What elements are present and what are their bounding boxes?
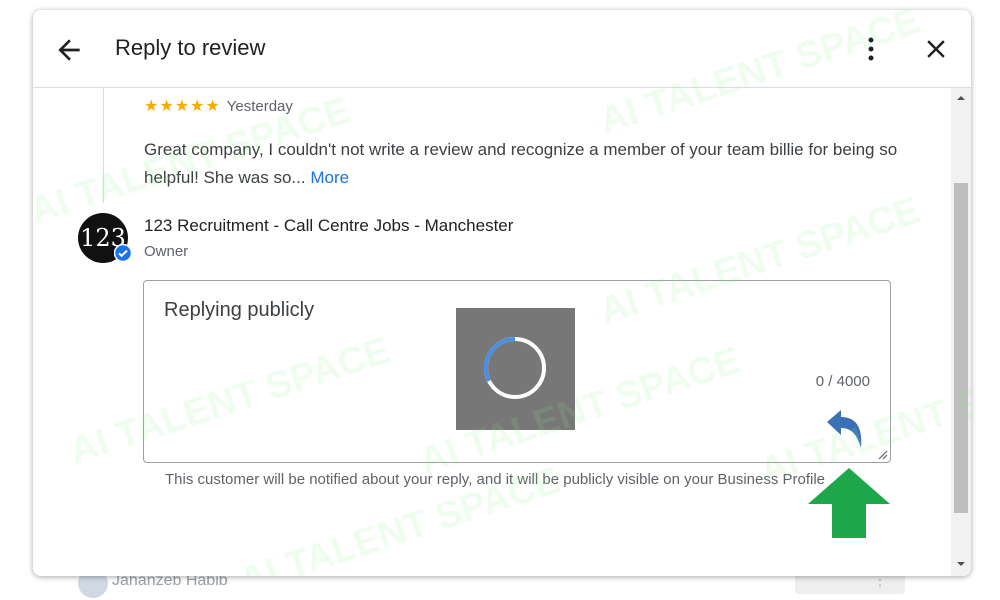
resize-handle-icon[interactable] <box>876 448 888 460</box>
close-icon[interactable] <box>921 34 951 64</box>
arrow-back-icon[interactable] <box>53 34 85 66</box>
character-counter: 0 / 4000 <box>815 373 870 390</box>
scroll-down-icon[interactable] <box>955 558 967 570</box>
green-up-arrow-icon <box>808 468 890 538</box>
loading-overlay <box>456 308 575 430</box>
review-text-block: Great company, I couldn't not write a re… <box>144 136 904 192</box>
loading-spinner-icon <box>483 336 546 399</box>
review-text: Great company, I couldn't not write a re… <box>144 140 898 187</box>
star-rating: ★★★★★ <box>144 98 221 115</box>
scroll-up-icon[interactable] <box>955 92 967 104</box>
more-vert-icon[interactable] <box>859 34 883 64</box>
reply-dialog: Reply to review ★★★★★ Yesterday Great com… <box>33 10 971 576</box>
reply-arrow-icon <box>827 410 862 448</box>
review-date: Yesterday <box>226 98 293 115</box>
reply-notice: This customer will be notified about you… <box>165 471 826 488</box>
reply-placeholder: Replying publicly <box>164 299 315 321</box>
verified-check-icon <box>114 244 132 262</box>
scrollbar-thumb[interactable] <box>954 183 968 513</box>
dialog-title: Reply to review <box>115 35 266 60</box>
owner-role: Owner <box>144 243 189 260</box>
more-link[interactable]: More <box>310 168 349 187</box>
thread-line <box>103 88 104 203</box>
review-rating-row: ★★★★★ Yesterday <box>144 96 293 116</box>
scrollbar[interactable] <box>951 88 971 576</box>
dialog-content: ★★★★★ Yesterday Great company, I couldn't… <box>33 88 951 576</box>
owner-business-name: 123 Recruitment - Call Centre Jobs - Man… <box>144 216 514 235</box>
dialog-header: Reply to review <box>33 10 971 88</box>
